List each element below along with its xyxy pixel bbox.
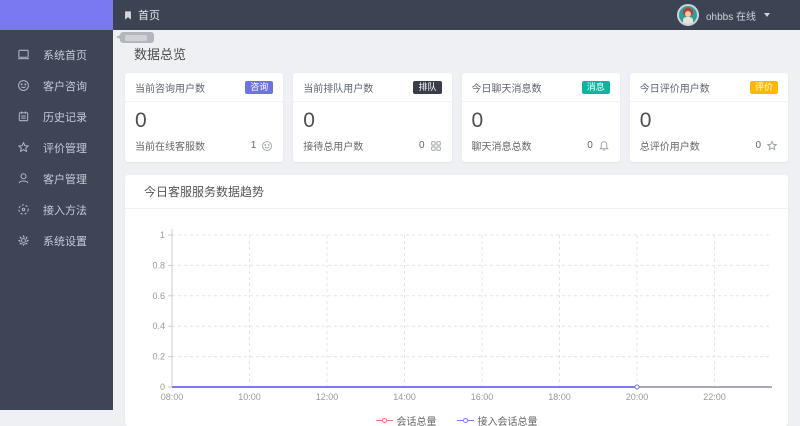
stat-footer-value: 0 [755, 140, 761, 151]
svg-text:08:00: 08:00 [161, 392, 184, 402]
stat-card-consulting: 当前咨询用户数 咨询 0 当前在线客服数 1 [125, 73, 283, 162]
main-content: 数据总览 当前咨询用户数 咨询 0 当前在线客服数 1 当前排队用户数 排队 0… [113, 30, 800, 410]
sidebar-item-history[interactable]: 历史记录 [0, 101, 113, 132]
stat-footer-value: 0 [419, 140, 425, 151]
sidebar-item-label: 客户管理 [43, 171, 87, 187]
sidebar-item-label: 系统设置 [43, 233, 87, 249]
chevron-down-icon [764, 13, 770, 17]
breadcrumb[interactable]: 首页 [123, 7, 160, 23]
sidebar: 系统首页 客户咨询 历史记录 评价管理 客户管理 接入方法 [0, 0, 113, 410]
user-menu[interactable]: ohbbs 在线 [677, 4, 770, 26]
status-badge: 排队 [413, 81, 441, 94]
users-icon [430, 140, 442, 152]
topbar: 首页 ohbbs 在线 [113, 0, 800, 30]
svg-text:14:00: 14:00 [393, 392, 416, 402]
svg-text:0.8: 0.8 [152, 260, 165, 270]
stat-value: 0 [293, 102, 451, 132]
user-status: 在线 [736, 12, 756, 23]
gear-icon [17, 234, 30, 247]
stat-footer-label: 聊天消息总数 [472, 138, 532, 153]
sidebar-item-consult[interactable]: 客户咨询 [0, 70, 113, 101]
legend-label: 接入会话总量 [478, 413, 538, 426]
stat-footer-label: 接待总用户数 [303, 138, 363, 153]
sidebar-item-label: 评价管理 [43, 140, 87, 156]
legend-item[interactable]: 会话总量 [376, 413, 437, 426]
star-icon [17, 141, 30, 154]
status-badge: 消息 [582, 81, 610, 94]
bell-icon [598, 140, 610, 152]
stat-footer-label: 总评价用户数 [640, 138, 700, 153]
dashed-gear-icon [17, 203, 30, 216]
stat-card-title: 今日评价用户数 [640, 80, 710, 95]
sidebar-item-label: 历史记录 [43, 109, 87, 125]
svg-text:0.6: 0.6 [152, 291, 165, 301]
history-icon [17, 110, 30, 123]
legend-label: 会话总量 [397, 413, 437, 426]
svg-text:22:00: 22:00 [703, 392, 726, 402]
stat-card-title: 今日聊天消息数 [472, 80, 542, 95]
svg-text:16:00: 16:00 [471, 392, 494, 402]
avatar [677, 4, 699, 26]
user-icon [17, 172, 30, 185]
svg-text:18:00: 18:00 [548, 392, 571, 402]
stat-footer-value: 1 [251, 140, 257, 151]
sidebar-item-label: 系统首页 [43, 47, 87, 63]
sidebar-item-label: 接入方法 [43, 202, 87, 218]
trend-chart-svg: 0 0.2 0.4 0.6 0.8 1 08:00 10:00 12:00 14:00 16:00 1… [125, 209, 786, 407]
star-icon [766, 140, 778, 152]
stat-value: 0 [630, 102, 788, 132]
trend-chart-legend: 会话总量 接入会话总量 [125, 413, 788, 426]
stat-value: 0 [125, 102, 283, 132]
stat-card-queue: 当前排队用户数 排队 0 接待总用户数 0 [293, 73, 451, 162]
svg-text:10:00: 10:00 [238, 392, 261, 402]
stat-card-title: 当前排队用户数 [303, 80, 373, 95]
stat-footer-label: 当前在线客服数 [135, 138, 205, 153]
legend-item[interactable]: 接入会话总量 [457, 413, 538, 426]
sidebar-menu: 系统首页 客户咨询 历史记录 评价管理 客户管理 接入方法 [0, 30, 113, 256]
svg-text:0: 0 [160, 382, 165, 392]
collapsed-tag[interactable] [120, 32, 154, 43]
window-icon [17, 48, 30, 61]
status-badge: 咨询 [245, 81, 273, 94]
smiley-icon [17, 79, 30, 92]
stat-value: 0 [462, 102, 620, 132]
sidebar-item-access[interactable]: 接入方法 [0, 194, 113, 225]
svg-text:20:00: 20:00 [626, 392, 649, 402]
sidebar-item-customers[interactable]: 客户管理 [0, 163, 113, 194]
user-name: ohbbs [706, 12, 733, 23]
svg-text:0.2: 0.2 [152, 352, 165, 362]
smiley-icon [261, 140, 273, 152]
stat-footer-value: 0 [587, 140, 593, 151]
legend-marker-icon [457, 418, 474, 423]
legend-marker-icon [376, 418, 393, 423]
logo-block [0, 0, 113, 30]
stat-card-title: 当前咨询用户数 [135, 80, 205, 95]
svg-text:0.4: 0.4 [152, 321, 165, 331]
sidebar-item-label: 客户咨询 [43, 78, 87, 94]
sidebar-item-rating[interactable]: 评价管理 [0, 132, 113, 163]
status-badge: 评价 [750, 81, 778, 94]
overview-title: 数据总览 [134, 44, 788, 63]
stat-cards: 当前咨询用户数 咨询 0 当前在线客服数 1 当前排队用户数 排队 0 接待总用… [125, 73, 788, 162]
trend-chart-card: 今日客服服务数据趋势 0 0.2 0.4 0.6 0.8 1 08:00 10:00 12:00… [125, 175, 788, 426]
breadcrumb-label: 首页 [138, 7, 160, 23]
bookmark-icon [123, 10, 133, 21]
svg-text:12:00: 12:00 [316, 392, 339, 402]
stat-card-ratings: 今日评价用户数 评价 0 总评价用户数 0 [630, 73, 788, 162]
svg-text:1: 1 [160, 230, 165, 240]
stat-card-messages: 今日聊天消息数 消息 0 聊天消息总数 0 [462, 73, 620, 162]
sidebar-item-settings[interactable]: 系统设置 [0, 225, 113, 256]
sidebar-item-home[interactable]: 系统首页 [0, 39, 113, 70]
trend-chart-title: 今日客服服务数据趋势 [125, 175, 788, 209]
